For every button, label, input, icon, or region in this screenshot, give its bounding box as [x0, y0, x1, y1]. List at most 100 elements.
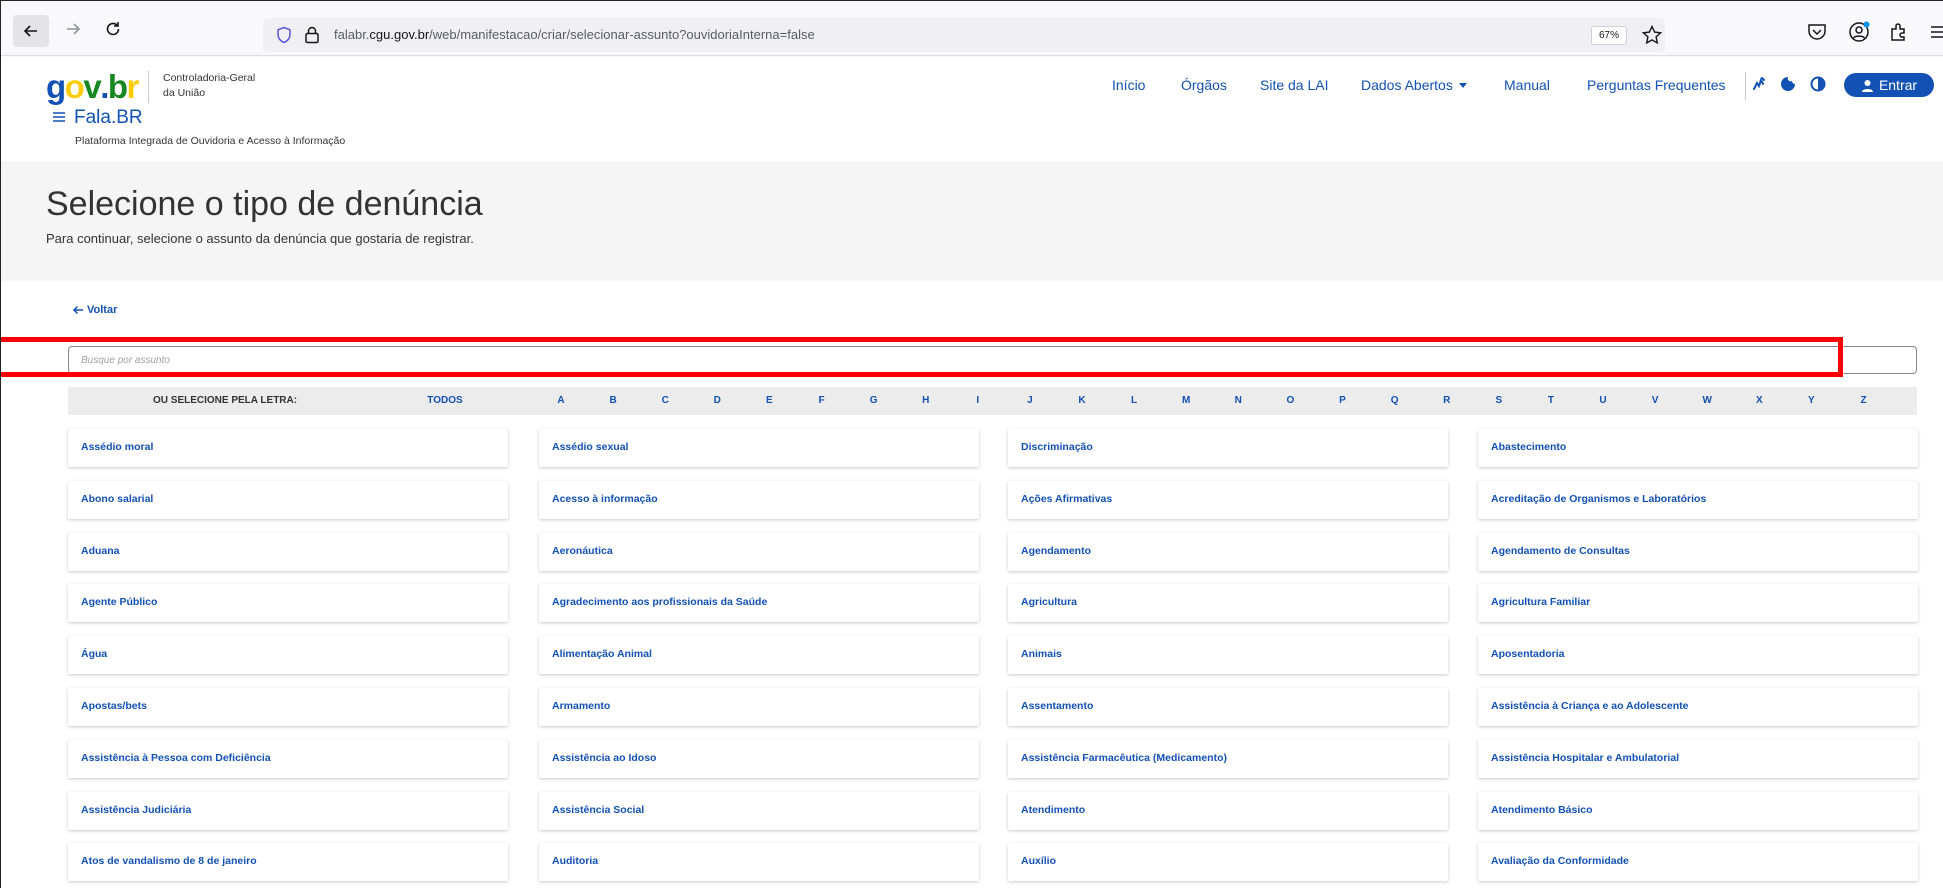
subject-card[interactable]: Assédio sexual: [539, 429, 979, 467]
subject-card-label: Auditoria: [552, 855, 599, 868]
org-name-line: Controladoria-Geral: [163, 72, 256, 84]
subject-card[interactable]: Agendamento de Consultas: [1478, 532, 1918, 571]
letter-filter-q[interactable]: Q: [1391, 395, 1399, 406]
subject-card-label: Ações Afirmativas: [1021, 492, 1113, 505]
subject-card[interactable]: Alimentação Animal: [539, 636, 979, 675]
letter-filter-y[interactable]: Y: [1808, 395, 1815, 406]
subject-card[interactable]: Agendamento: [1008, 532, 1448, 571]
nav-dados-abertos[interactable]: Dados Abertos: [1361, 77, 1467, 93]
letter-filter-k[interactable]: K: [1078, 395, 1085, 406]
pocket-icon[interactable]: [1805, 20, 1829, 44]
nav-inicio[interactable]: Início: [1112, 77, 1145, 93]
letter-filter-l[interactable]: L: [1131, 395, 1137, 406]
subject-card[interactable]: Acesso à informação: [539, 480, 979, 519]
subject-card[interactable]: Ações Afirmativas: [1008, 480, 1448, 519]
subject-card[interactable]: Aduana: [68, 532, 508, 571]
letter-filter-label: OU SELECIONE PELA LETRA:: [153, 395, 298, 406]
letter-filter-t[interactable]: T: [1548, 395, 1554, 406]
subject-card[interactable]: Assistência Farmacêutica (Medicamento): [1008, 739, 1448, 778]
govbr-logo[interactable]: gov.br: [46, 69, 139, 105]
subject-card[interactable]: Auditoria: [539, 843, 979, 882]
subject-card-label: Assistência Judiciária: [81, 803, 192, 816]
subject-card[interactable]: Agricultura: [1008, 584, 1448, 623]
subject-card[interactable]: Atos de vandalismo de 8 de janeiro: [68, 843, 508, 882]
subject-card[interactable]: Atendimento Básico: [1478, 791, 1918, 830]
menu-icon[interactable]: [52, 110, 66, 124]
subject-card[interactable]: Abono salarial: [68, 480, 508, 519]
letter-filter-all[interactable]: TODOS: [427, 395, 462, 406]
back-link[interactable]: Voltar: [72, 304, 117, 316]
address-bar[interactable]: falabr.cgu.gov.br/web/manifestacao/criar…: [263, 18, 1665, 52]
letter-filter-i[interactable]: I: [976, 395, 979, 406]
letter-filter-h[interactable]: H: [922, 395, 929, 406]
nav-perguntas-frequentes[interactable]: Perguntas Frequentes: [1587, 77, 1726, 93]
subject-card[interactable]: Assistência à Criança e ao Adolescente: [1478, 688, 1918, 726]
nav-orgaos[interactable]: Órgãos: [1181, 77, 1227, 93]
subject-card[interactable]: Animais: [1008, 636, 1448, 675]
letter-filter-v[interactable]: V: [1652, 395, 1659, 406]
nav-site-da-lai[interactable]: Site da LAI: [1260, 77, 1329, 93]
subject-card[interactable]: Abastecimento: [1478, 429, 1918, 467]
subject-card[interactable]: Aposentadoria: [1478, 636, 1918, 675]
subject-search-input[interactable]: [68, 346, 1917, 374]
letter-filter-z[interactable]: Z: [1860, 395, 1866, 406]
letter-filter-r[interactable]: R: [1443, 395, 1450, 406]
sign-language-icon[interactable]: [1750, 75, 1768, 93]
letter-filter-d[interactable]: D: [714, 395, 721, 406]
letter-filter-g[interactable]: G: [870, 395, 878, 406]
subject-card[interactable]: Auxílio: [1008, 843, 1448, 882]
subject-card[interactable]: Agradecimento aos profissionais da Saúde: [539, 584, 979, 623]
subject-card[interactable]: Discriminação: [1008, 429, 1448, 467]
hamburger-menu-icon[interactable]: [1927, 20, 1943, 44]
subject-card[interactable]: Agente Público: [68, 584, 508, 623]
letter-filter-o[interactable]: O: [1287, 395, 1295, 406]
subject-card[interactable]: Apostas/bets: [68, 688, 508, 726]
nav-manual[interactable]: Manual: [1504, 77, 1550, 93]
subject-card[interactable]: Assistência à Pessoa com Deficiência: [68, 739, 508, 778]
extensions-icon[interactable]: [1887, 20, 1911, 44]
lock-icon[interactable]: [303, 25, 321, 45]
subject-card-label: Auxílio: [1021, 855, 1057, 868]
tracking-shield-icon[interactable]: [275, 26, 293, 44]
subject-card-label: Animais: [1021, 648, 1062, 661]
zoom-level-badge[interactable]: 67%: [1591, 26, 1627, 45]
logo-separator: [148, 71, 149, 103]
letter-filter-n[interactable]: N: [1235, 395, 1242, 406]
login-button[interactable]: Entrar: [1844, 73, 1934, 97]
cookie-icon[interactable]: [1779, 75, 1797, 93]
letter-filter-s[interactable]: S: [1495, 395, 1502, 406]
letter-filter-e[interactable]: E: [766, 395, 773, 406]
bookmark-star-icon[interactable]: [1641, 24, 1663, 46]
subject-card[interactable]: Atendimento: [1008, 791, 1448, 830]
letter-filter-m[interactable]: M: [1182, 395, 1190, 406]
letter-filter-w[interactable]: W: [1702, 395, 1711, 406]
browser-reload-button[interactable]: [99, 15, 127, 43]
subject-card[interactable]: Acreditação de Organismos e Laboratórios: [1478, 480, 1918, 519]
subject-card[interactable]: Armamento: [539, 688, 979, 726]
url-text[interactable]: falabr.cgu.gov.br/web/manifestacao/criar…: [334, 27, 815, 42]
contrast-icon[interactable]: [1809, 75, 1827, 93]
subject-card[interactable]: Assistência Social: [539, 791, 979, 830]
subject-card[interactable]: Água: [68, 636, 508, 675]
letter-filter-u[interactable]: U: [1599, 395, 1606, 406]
letter-filter-c[interactable]: C: [662, 395, 669, 406]
letter-filter-j[interactable]: J: [1027, 395, 1033, 406]
subject-card[interactable]: Assentamento: [1008, 688, 1448, 726]
letter-filter-x[interactable]: X: [1756, 395, 1763, 406]
letter-filter-f[interactable]: F: [818, 395, 824, 406]
subject-card[interactable]: Assédio moral: [68, 429, 508, 467]
letter-filter-p[interactable]: P: [1339, 395, 1346, 406]
subject-card[interactable]: Assistência Hospitalar e Ambulatorial: [1478, 739, 1918, 778]
account-icon[interactable]: [1847, 20, 1871, 44]
subject-card[interactable]: Assistência Judiciária: [68, 791, 508, 830]
subject-card[interactable]: Avaliação da Conformidade: [1478, 843, 1918, 882]
subject-card-label: Assistência Social: [552, 803, 645, 816]
brand-title[interactable]: Fala.BR: [74, 107, 143, 129]
browser-back-button[interactable]: [13, 15, 49, 47]
subject-card[interactable]: Aeronáutica: [539, 532, 979, 571]
subject-card[interactable]: Assistência ao Idoso: [539, 739, 979, 778]
letter-filter-a[interactable]: A: [557, 395, 564, 406]
browser-forward-button[interactable]: [59, 15, 87, 43]
subject-card[interactable]: Agricultura Familiar: [1478, 584, 1918, 623]
letter-filter-b[interactable]: B: [609, 395, 616, 406]
